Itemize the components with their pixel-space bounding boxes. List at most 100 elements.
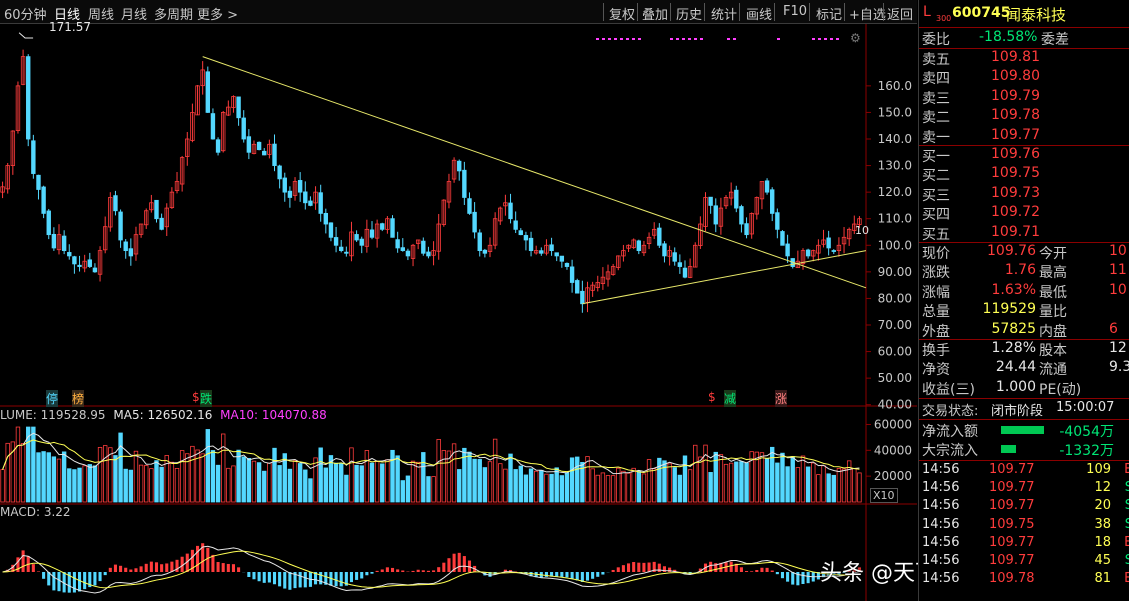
volume-bar: [513, 469, 518, 503]
tool-draw-line[interactable]: 画线: [746, 4, 772, 23]
signal-dot: [812, 38, 815, 40]
tick-time: 14:56: [922, 534, 960, 550]
flow-bar: [1001, 426, 1044, 434]
kline-chart[interactable]: 160.0 150.0 140.0 130.0 120.0 110.0 100.0 90.00…: [0, 24, 917, 601]
volume-bar: [708, 472, 713, 503]
signal-dot: [700, 38, 703, 40]
candle-body: [87, 259, 92, 267]
candle-body: [559, 255, 565, 262]
quote-label: 外盘: [922, 323, 950, 340]
candle-body: [308, 200, 313, 206]
volume-bar: [138, 464, 144, 503]
event-reduce-marker[interactable]: 减: [724, 390, 737, 407]
ask-row[interactable]: 卖五 109.81: [919, 49, 1129, 68]
volume-bar: [344, 474, 349, 503]
volume-bar: [339, 463, 344, 503]
volume-bar: [231, 465, 236, 503]
event-rank-marker[interactable]: 榜: [72, 390, 85, 407]
volume-bar: [457, 469, 462, 503]
stat-value2: 12: [1109, 340, 1127, 356]
candle-body: [46, 210, 51, 236]
tool-f10[interactable]: F10: [783, 4, 807, 19]
event-fall-marker[interactable]: 跌: [200, 390, 213, 407]
tool-fuquan[interactable]: 复权: [609, 4, 635, 23]
volume-bar: [56, 458, 62, 503]
volume-bar: [169, 461, 175, 503]
bid-row[interactable]: 买二 109.75: [919, 165, 1129, 184]
period-60min[interactable]: 60分钟: [4, 4, 47, 23]
tick-time: 14:56: [922, 553, 960, 568]
volume-bar: [61, 451, 67, 503]
signal-dot: [614, 38, 617, 40]
event-stop-marker[interactable]: 停: [46, 390, 59, 407]
bid-row[interactable]: 买三 109.73: [919, 185, 1129, 204]
price-axis-label: 120.0: [878, 185, 912, 199]
stat-label: 收益(三): [922, 381, 975, 398]
ask-row[interactable]: 卖一 109.77: [919, 127, 1129, 146]
tool-history[interactable]: 历史: [676, 4, 702, 23]
volume-bar: [67, 468, 72, 503]
volume-bar: [698, 456, 703, 503]
price-axis-label: 130.0: [878, 159, 912, 173]
stat-label2: 流通: [1039, 362, 1067, 379]
event-rise-marker[interactable]: 涨: [775, 390, 788, 407]
candle-body: [262, 150, 267, 156]
tool-statistics[interactable]: 统计: [711, 4, 737, 23]
bid-row[interactable]: 买五 109.71: [919, 224, 1129, 243]
tick-qty: 81: [1094, 571, 1111, 587]
candle-body: [205, 71, 210, 113]
signal-dot: [596, 38, 599, 40]
price-axis-label: 80.00: [878, 291, 912, 305]
period-weekly[interactable]: 周线: [88, 4, 114, 23]
candle-body: [282, 177, 287, 193]
signal-dot: [830, 38, 833, 40]
tool-back[interactable]: 返回: [887, 4, 913, 23]
trade-state-label: 交易状态:: [922, 404, 979, 419]
quote-label: 涨幅: [922, 284, 950, 301]
volume-bar: [205, 429, 210, 503]
ask-row[interactable]: 卖四 109.80: [919, 68, 1129, 87]
volume-value: LUME: 119528.95: [0, 408, 106, 422]
stock-sub: 300: [936, 14, 952, 23]
volume-bar: [739, 461, 744, 503]
ascending-trendline: [582, 250, 867, 305]
period-monthly[interactable]: 月线: [121, 4, 147, 23]
ask-row[interactable]: 卖三 109.79: [919, 88, 1129, 107]
volume-bar: [190, 445, 195, 503]
volume-bar: [805, 466, 811, 503]
candle-body: [41, 186, 46, 214]
tick-row: 14:56 109.77 20 S: [919, 498, 1129, 515]
candle-body: [477, 232, 482, 252]
bid-row[interactable]: 买四 109.72: [919, 204, 1129, 223]
event-dollar-marker-2[interactable]: $: [708, 390, 716, 404]
candle-body: [421, 240, 426, 254]
tool-mark[interactable]: 标记: [816, 4, 842, 23]
flow-bar: [1001, 445, 1016, 453]
volume-bar: [672, 467, 677, 503]
candle-body: [123, 241, 128, 251]
price-axis-label: 100.0: [878, 238, 912, 252]
tool-overlay[interactable]: 叠加: [642, 4, 668, 23]
bid-row[interactable]: 买一 109.76: [919, 146, 1129, 165]
signal-dot: [818, 38, 821, 40]
volume-bar: [441, 450, 447, 503]
candle-body: [549, 244, 554, 252]
quote-label2: 内盘: [1039, 323, 1067, 340]
volume-bar: [590, 468, 595, 503]
event-dollar-marker[interactable]: $: [192, 390, 200, 404]
volume-bar: [87, 464, 92, 503]
macd-indicator-header: MACD: 3.22: [0, 505, 71, 519]
volume-bar: [641, 473, 647, 503]
tick-side: S: [1124, 553, 1129, 568]
volume-bar: [703, 444, 708, 503]
stock-flag: L: [923, 4, 931, 20]
period-more[interactable]: 更多 >: [197, 4, 238, 23]
ask-price: 109.81: [991, 49, 1040, 65]
candle-body: [580, 290, 585, 305]
tool-add-watchlist[interactable]: +自选: [849, 4, 886, 23]
period-multi[interactable]: 多周期: [154, 4, 193, 23]
quote-value: 1.76: [1004, 262, 1036, 279]
volume-bar: [821, 465, 826, 503]
ask-row[interactable]: 卖二 109.78: [919, 107, 1129, 126]
candle-body: [246, 136, 252, 153]
